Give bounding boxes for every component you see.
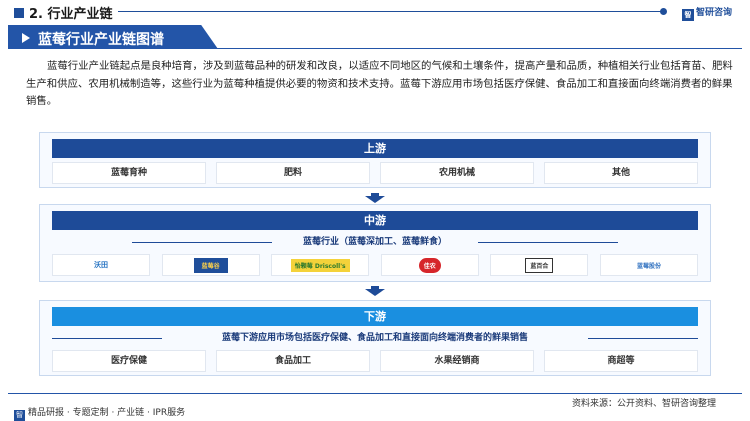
section-title: 2. 行业产业链 (14, 3, 113, 22)
midstream-header: 中游 (52, 211, 698, 230)
wotian-logo: 沃田 (52, 254, 150, 276)
lanmei-gufen-logo: 蓝莓股份 (599, 254, 698, 276)
midstream-subtitle-text: 蓝莓行业（蓝莓深加工、蓝莓鲜食） (302, 237, 447, 247)
footer-logo-icon: 智 (14, 410, 25, 421)
footer-divider (8, 393, 742, 394)
upstream-item-machinery: 农用机械 (380, 162, 534, 184)
midstream-block: 中游 蓝莓行业（蓝莓深加工、蓝莓鲜食） 沃田 蓝莓谷 怡颗莓 Driscoll'… (39, 204, 711, 282)
downstream-header: 下游 (52, 307, 698, 326)
section-square-icon (14, 8, 24, 18)
down-arrow-icon (365, 193, 385, 203)
downstream-item-fruit-distributor: 水果经销商 (380, 350, 534, 372)
upstream-item-fertilizer: 肥料 (216, 162, 370, 184)
brand: 智智研咨询 (682, 5, 732, 21)
brand-name: 智研咨询 (696, 8, 733, 18)
downstream-item-food-processing: 食品加工 (216, 350, 370, 372)
banner-underline (210, 48, 742, 49)
upstream-item-other: 其他 (544, 162, 698, 184)
upstream-item-breeding: 蓝莓育种 (52, 162, 206, 184)
upstream-header: 上游 (52, 139, 698, 158)
brand-logo-icon: 智 (682, 9, 694, 21)
downstream-subtitle: 蓝莓下游应用市场包括医疗保健、食品加工和直接面向终端消费者的鲜果销售 (52, 330, 698, 346)
source-note: 资料来源：公开资料、智研咨询整理 (572, 399, 717, 409)
downstream-item-healthcare: 医疗保健 (52, 350, 206, 372)
intro-paragraph: 蓝莓行业产业链起点是良种培育，涉及到蓝莓品种的研发和改良，以适应不同地区的气候和… (26, 60, 733, 107)
downstream-item-supermarket: 商超等 (544, 350, 698, 372)
play-triangle-icon (22, 33, 30, 43)
midstream-subtitle: 蓝莓行业（蓝莓深加工、蓝莓鲜食） (52, 234, 698, 250)
page-title: 蓝莓行业产业链图谱 (38, 32, 164, 48)
downstream-subtitle-text: 蓝莓下游应用市场包括医疗保健、食品加工和直接面向终端消费者的鲜果销售 (221, 333, 528, 343)
downstream-block: 下游 蓝莓下游应用市场包括医疗保健、食品加工和直接面向终端消费者的鲜果销售 医疗… (39, 300, 711, 376)
down-arrow-icon (365, 286, 385, 296)
lanmeigu-logo: 蓝莓谷 (161, 254, 260, 276)
header-divider (118, 11, 664, 12)
joyvio-logo: 佳农 (380, 254, 479, 276)
footer-services: 智精品研报 · 专题定制 · 产业链 · IPR服务 (14, 405, 185, 421)
footer-services-text: 精品研报 · 专题定制 · 产业链 · IPR服务 (28, 408, 186, 418)
header-dot (660, 8, 667, 15)
lanbaihe-logo: 蓝百合 (490, 254, 589, 276)
upstream-block: 上游 蓝莓育种 肥料 农用机械 其他 (39, 132, 711, 188)
top-header: 2. 行业产业链 智智研咨询 (0, 0, 750, 24)
section-title-text: 2. 行业产业链 (29, 7, 113, 22)
driscolls-logo: 怡颗莓 Driscoll's (271, 254, 370, 276)
title-banner: 蓝莓行业产业链图谱 (8, 25, 218, 49)
